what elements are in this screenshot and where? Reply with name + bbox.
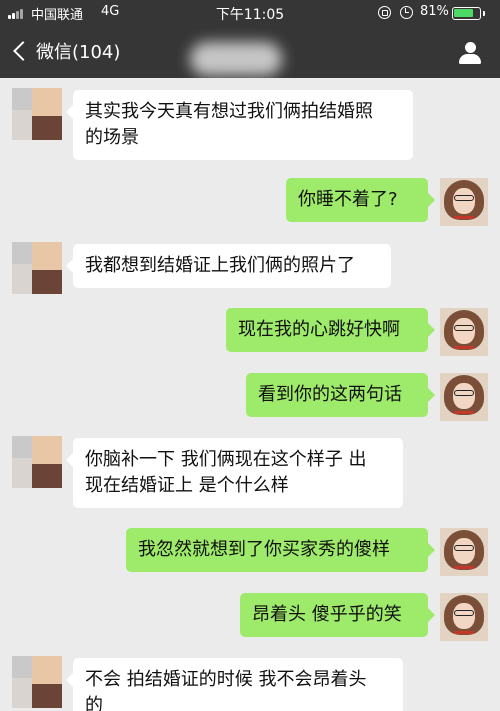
contact-avatar[interactable] [12, 242, 62, 294]
my-avatar[interactable] [440, 373, 488, 421]
contact-avatar[interactable] [12, 656, 62, 708]
battery-nub [483, 11, 485, 16]
sent-message-bubble[interactable]: 你睡不着了? [286, 178, 435, 222]
message-text-line: 现在结婚证上 是个什么样 [85, 475, 289, 496]
person-icon[interactable] [458, 42, 482, 64]
message-text-line: 你脑补一下 我们俩现在这个样子 出 [85, 449, 367, 470]
contact-avatar[interactable] [12, 88, 62, 140]
message-text-line: 的 [85, 695, 103, 711]
message-text-line: 其实我今天真有想过我们俩拍结婚照 [85, 101, 373, 122]
message-text-line: 不会 拍结婚证的时候 我不会昂着头 [85, 669, 367, 690]
top-bar: 中国联通 4G 下午11:05 81% 微信(104) [0, 0, 500, 78]
message-text-line: 我都想到结婚证上我们俩的照片了 [85, 255, 355, 276]
message-text-line: 我忽然就想到了你买家秀的傻样 [138, 539, 390, 560]
my-avatar[interactable] [440, 308, 488, 356]
alarm-icon [400, 6, 413, 19]
my-avatar[interactable] [440, 528, 488, 576]
my-avatar[interactable] [440, 178, 488, 226]
chevron-left-icon [13, 41, 33, 61]
battery-fill [454, 9, 474, 17]
sent-message-bubble[interactable]: 看到你的这两句话 [246, 373, 435, 417]
message-text-line: 昂着头 傻乎乎的笑 [252, 604, 402, 625]
rotation-lock-icon [378, 6, 391, 19]
contact-name-blurred [190, 42, 282, 76]
chat-header: 微信(104) [0, 26, 500, 78]
message-text-line: 你睡不着了? [298, 189, 398, 210]
message-text-line: 看到你的这两句话 [258, 384, 402, 405]
message-text-line: 的场景 [85, 127, 139, 148]
back-button[interactable]: 微信(104) [10, 34, 120, 68]
my-avatar[interactable] [440, 593, 488, 641]
status-bar: 中国联通 4G 下午11:05 81% [0, 0, 500, 26]
sent-message-bubble[interactable]: 我忽然就想到了你买家秀的傻样 [126, 528, 435, 572]
chat-area[interactable]: 其实我今天真有想过我们俩拍结婚照 的场景你睡不着了? 我都想到结婚证上我们俩的照片了… [0, 78, 500, 711]
sent-message-bubble[interactable]: 现在我的心跳好快啊 [226, 308, 435, 352]
contact-avatar[interactable] [12, 436, 62, 488]
received-message-bubble[interactable]: 其实我今天真有想过我们俩拍结婚照 的场景 [66, 90, 413, 160]
sent-message-bubble[interactable]: 昂着头 傻乎乎的笑 [240, 593, 435, 637]
back-label: 微信(104) [36, 42, 121, 63]
received-message-bubble[interactable]: 你脑补一下 我们俩现在这个样子 出现在结婚证上 是个什么样 [66, 438, 403, 508]
battery-icon [452, 7, 481, 20]
battery-percent: 81% [420, 4, 449, 19]
message-text-line: 现在我的心跳好快啊 [238, 319, 400, 340]
received-message-bubble[interactable]: 不会 拍结婚证的时候 我不会昂着头的 [66, 658, 403, 711]
received-message-bubble[interactable]: 我都想到结婚证上我们俩的照片了 [66, 244, 391, 288]
